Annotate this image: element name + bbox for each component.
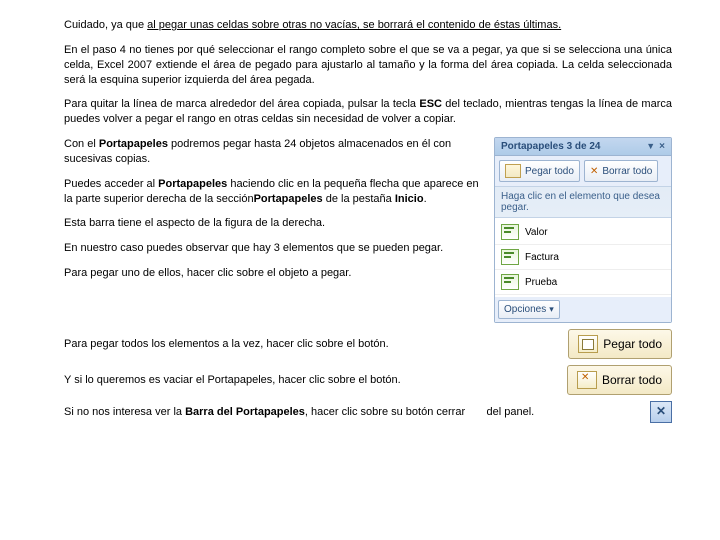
panel-title: Portapapeles 3 de 24 <box>501 141 601 152</box>
clipboard-item[interactable]: Factura <box>495 245 671 270</box>
clear-all-text: Y si lo queremos es vaciar el Portapapel… <box>64 373 559 388</box>
chevron-down-icon[interactable]: ▼ <box>646 141 655 152</box>
excel-icon <box>501 274 519 290</box>
close-icon[interactable]: × <box>659 141 665 152</box>
clipboard-explanation: Con el Portapapeles podremos pegar hasta… <box>64 137 486 323</box>
panel-hint: Haga clic en el elemento que desea pegar… <box>495 187 671 218</box>
excel-icon <box>501 249 519 265</box>
paste-all-button[interactable]: Pegar todo <box>499 160 580 182</box>
clipboard-item[interactable]: Prueba <box>495 270 671 295</box>
clear-all-button[interactable]: ✕Borrar todo <box>584 160 658 182</box>
paste-icon <box>505 164 521 178</box>
close-box-icon[interactable]: ✕ <box>650 401 672 423</box>
paste-all-big-button[interactable]: Pegar todo <box>568 329 672 359</box>
esc-paragraph: Para quitar la línea de marca alrededor … <box>64 97 672 127</box>
warning-paragraph: Cuidado, ya que al pegar unas celdas sob… <box>64 18 672 33</box>
paste-all-text: Para pegar todos los elementos a la vez,… <box>64 337 560 352</box>
excel-icon <box>501 224 519 240</box>
close-panel-text: Si no nos interesa ver la Barra del Port… <box>64 405 642 420</box>
paste-icon <box>578 335 598 353</box>
clear-icon <box>577 371 597 389</box>
panel-header: Portapapeles 3 de 24 ▼ × <box>495 138 671 156</box>
clipboard-panel: Portapapeles 3 de 24 ▼ × Pegar todo ✕Borr… <box>494 137 672 323</box>
options-button[interactable]: Opciones▾ <box>498 300 560 319</box>
clipboard-item[interactable]: Valor <box>495 220 671 245</box>
step4-paragraph: En el paso 4 no tienes por qué seleccion… <box>64 43 672 88</box>
clear-all-big-button[interactable]: Borrar todo <box>567 365 672 395</box>
chevron-down-icon: ▾ <box>549 304 554 315</box>
clear-icon: ✕ <box>590 166 598 177</box>
